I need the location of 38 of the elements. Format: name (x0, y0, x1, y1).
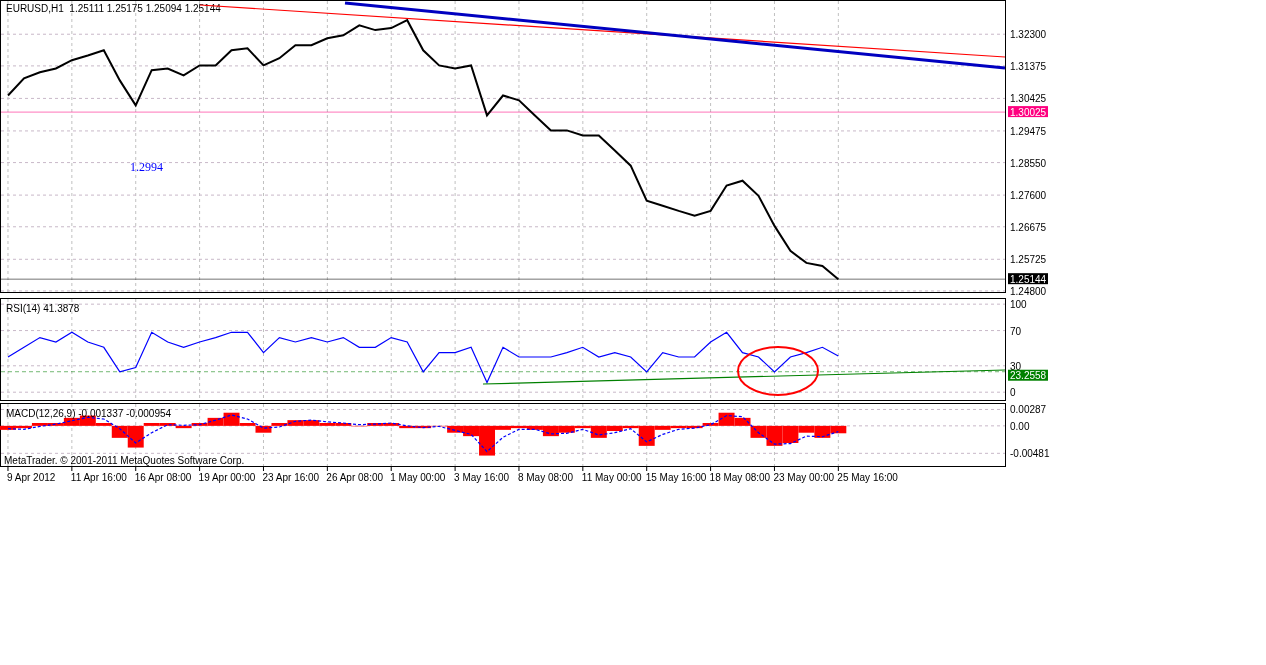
axis-label: 1.26675 (1010, 221, 1047, 233)
axis-label: 23 Apr 16:00 (262, 472, 320, 483)
axis-label: 18 May 08:00 (709, 472, 771, 483)
axis-label: 16 Apr 08:00 (134, 472, 192, 483)
price-tag: 1.25144 (1008, 273, 1048, 285)
copyright-text: MetaTrader. © 2001-2011 MetaQuotes Software Corp. (4, 455, 245, 466)
price-tag: 1.30025 (1008, 106, 1048, 118)
axis-label: 15 May 16:00 (645, 472, 707, 483)
axis-label: 1.30425 (1010, 93, 1047, 105)
chart-title: RSI(14) 41.3878 (6, 303, 80, 314)
axis-label: 1.29475 (1010, 125, 1047, 137)
axis-label: 19 Apr 00:00 (198, 472, 256, 483)
axis-label: 0.00 (1010, 420, 1030, 432)
axis-label: 100 (1010, 299, 1027, 311)
price-tag: 23.2558 (1008, 369, 1048, 382)
axis-label: 1.27600 (1010, 190, 1047, 202)
axis-label: 0.00287 (1010, 404, 1047, 416)
axis-label: 25 May 16:00 (837, 472, 898, 483)
axis-label: 9 Apr 2012 (7, 472, 56, 483)
axis-label: 11 May 00:00 (581, 472, 642, 483)
axis-label: 1.25725 (1010, 254, 1047, 266)
axis-label: 23 May 00:00 (773, 472, 835, 483)
axis-label: 3 May 16:00 (454, 472, 510, 483)
axis-label: 8 May 08:00 (517, 472, 573, 483)
axis-label: 11 Apr 16:00 (70, 472, 127, 483)
axis-label: 1.28550 (1010, 157, 1047, 169)
axis-label: 1.24800 (1010, 285, 1047, 296)
axis-label: 70 (1010, 325, 1022, 337)
axis-label: 26 Apr 08:00 (326, 472, 384, 483)
axis-label: 0 (1010, 387, 1016, 399)
axis-label: -0.00481 (1010, 448, 1050, 460)
chart-title: EURUSD,H1 1.25111 1.25175 1.25094 1.25144 (6, 3, 221, 14)
chart-title: MACD(12,26,9) -0.001337 -0.000954 (6, 408, 172, 419)
axis-label: 1 May 00:00 (390, 472, 446, 483)
axis-label: 30 (1010, 360, 1022, 372)
axis-label: 1.32300 (1010, 29, 1047, 41)
axis-label: 1.31375 (1010, 60, 1047, 72)
annotation-text: 1.2994 (130, 160, 163, 174)
